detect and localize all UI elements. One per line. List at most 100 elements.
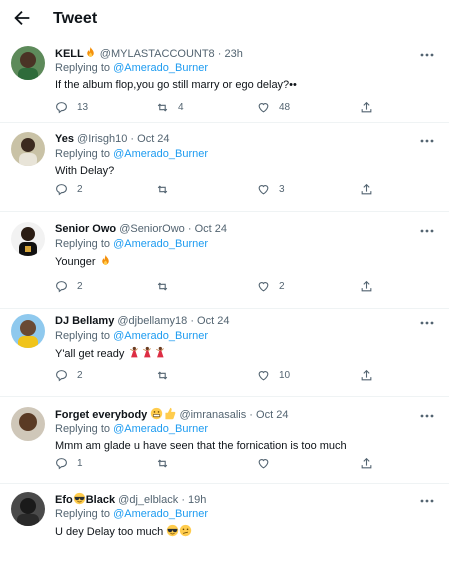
tweet-text: Younger	[55, 254, 419, 270]
retweet-button[interactable]	[156, 183, 178, 196]
mention-link[interactable]: @Amerado_Burner	[113, 62, 208, 74]
mention-link[interactable]: @Amerado_Burner	[113, 423, 208, 435]
tweet-text: U dey Delay too much	[55, 524, 419, 540]
like-button[interactable]: 2	[257, 280, 285, 293]
retweet-button[interactable]	[156, 369, 178, 382]
reply-button[interactable]: 13	[55, 101, 88, 114]
share-icon	[361, 457, 372, 469]
share-icon	[361, 183, 372, 195]
replying-to: Replying to @Amerado_Burner	[55, 423, 209, 435]
reply-icon	[56, 281, 67, 293]
display-name[interactable]: DJ Bellamy	[55, 315, 114, 327]
avatar[interactable]	[11, 46, 45, 80]
tweet-reply[interactable]: KELL @MYLASTACCOUNT8 · 23h Replying to @…	[0, 37, 449, 123]
tweet-reply[interactable]: Yes @Irisgh10 · Oct 24 Replying to @Amer…	[0, 123, 449, 212]
retweet-button[interactable]: 4	[156, 101, 184, 114]
display-name[interactable]: KELL	[55, 48, 84, 60]
timestamp[interactable]: 23h	[224, 48, 242, 60]
tweet-reply[interactable]: Efo Black @dj_elblack · 19h Replying to @…	[0, 484, 449, 564]
heart-icon	[258, 371, 269, 381]
retweet-icon	[157, 282, 168, 291]
replying-to: Replying to @Amerado_Burner	[55, 238, 209, 250]
share-button[interactable]	[360, 369, 373, 382]
display-name[interactable]: Yes	[55, 133, 74, 145]
reply-button[interactable]: 2	[55, 280, 83, 293]
tweet-reply[interactable]: DJ Bellamy @djbellamy18 · Oct 24 Replyin…	[0, 309, 449, 397]
dancer-emoji	[140, 346, 153, 364]
avatar[interactable]	[11, 222, 45, 256]
avatar[interactable]	[11, 132, 45, 166]
reply-button[interactable]: 1	[55, 457, 83, 470]
more-icon[interactable]	[419, 318, 435, 328]
tweet-reply[interactable]: Forget everybody @imranasalis · Oct 24 R…	[0, 397, 449, 484]
share-button[interactable]	[360, 101, 373, 114]
like-button[interactable]	[257, 457, 279, 470]
reply-icon	[56, 184, 67, 196]
reply-icon	[56, 102, 67, 114]
heart-icon	[258, 185, 269, 195]
user-handle[interactable]: @djbellamy18	[117, 315, 187, 327]
tweet-reply[interactable]: Senior Owo @SeniorOwo · Oct 24 Replying …	[0, 212, 449, 309]
reply-button[interactable]: 2	[55, 183, 83, 196]
reply-icon	[56, 458, 67, 470]
heart-icon	[258, 459, 269, 469]
timestamp[interactable]: Oct 24	[195, 223, 227, 235]
like-button[interactable]: 48	[257, 101, 290, 114]
timestamp[interactable]: 19h	[188, 494, 206, 506]
avatar[interactable]	[11, 492, 45, 526]
timestamp[interactable]: Oct 24	[256, 409, 288, 421]
replying-to: Replying to @Amerado_Burner	[55, 508, 209, 520]
mention-link[interactable]: @Amerado_Burner	[113, 330, 208, 342]
like-button[interactable]: 3	[257, 183, 285, 196]
mention-link[interactable]: @Amerado_Burner	[113, 148, 208, 160]
more-icon[interactable]	[419, 411, 435, 421]
share-icon	[361, 280, 372, 292]
more-icon[interactable]	[419, 50, 435, 60]
more-icon[interactable]	[419, 496, 435, 506]
more-icon[interactable]	[419, 136, 435, 146]
user-handle[interactable]: @imranasalis	[179, 409, 246, 421]
timestamp[interactable]: Oct 24	[197, 315, 229, 327]
retweet-button[interactable]	[156, 280, 178, 293]
avatar[interactable]	[11, 407, 45, 441]
tweet-text: Y'all get ready	[55, 346, 419, 362]
replying-to: Replying to @Amerado_Burner	[55, 330, 209, 342]
sunglasses-emoji	[166, 524, 179, 542]
confused-emoji	[179, 524, 192, 542]
retweet-icon	[157, 459, 168, 468]
avatar[interactable]	[11, 314, 45, 348]
user-handle[interactable]: @SeniorOwo	[119, 223, 185, 235]
tweet-text: With Delay?	[55, 165, 115, 177]
share-button[interactable]	[360, 280, 373, 293]
replying-to: Replying to @Amerado_Burner	[55, 148, 209, 160]
user-handle[interactable]: @MYLASTACCOUNT8	[100, 48, 215, 60]
dancer-emoji	[153, 346, 166, 364]
tweet-text: Mmm am glade u have seen that the fornic…	[55, 440, 347, 452]
user-handle[interactable]: @Irisgh10	[77, 133, 127, 145]
mention-link[interactable]: @Amerado_Burner	[113, 238, 208, 250]
heart-icon	[258, 103, 269, 113]
retweet-icon	[157, 103, 168, 112]
share-icon	[361, 369, 372, 381]
mention-link[interactable]: @Amerado_Burner	[113, 508, 208, 520]
retweet-icon	[157, 185, 168, 194]
timestamp[interactable]: Oct 24	[137, 133, 169, 145]
reply-button[interactable]: 2	[55, 369, 83, 382]
retweet-button[interactable]	[156, 457, 178, 470]
like-button[interactable]: 10	[257, 369, 290, 382]
page-header: Tweet	[0, 0, 449, 37]
dancer-emoji	[127, 346, 140, 364]
share-button[interactable]	[360, 183, 373, 196]
user-handle[interactable]: @dj_elblack	[118, 494, 178, 506]
retweet-icon	[157, 371, 168, 380]
share-button[interactable]	[360, 457, 373, 470]
arrow-left-icon[interactable]	[11, 7, 33, 29]
display-name[interactable]: Senior Owo	[55, 223, 116, 235]
tweet-text: If the album flop,you go still marry or …	[55, 79, 297, 91]
display-name[interactable]: Forget everybody	[55, 409, 147, 421]
display-name[interactable]: Efo Black	[55, 492, 115, 506]
fire-emoji	[99, 254, 112, 272]
more-icon[interactable]	[419, 226, 435, 236]
replying-to: Replying to @Amerado_Burner	[55, 62, 209, 74]
heart-icon	[258, 282, 269, 292]
